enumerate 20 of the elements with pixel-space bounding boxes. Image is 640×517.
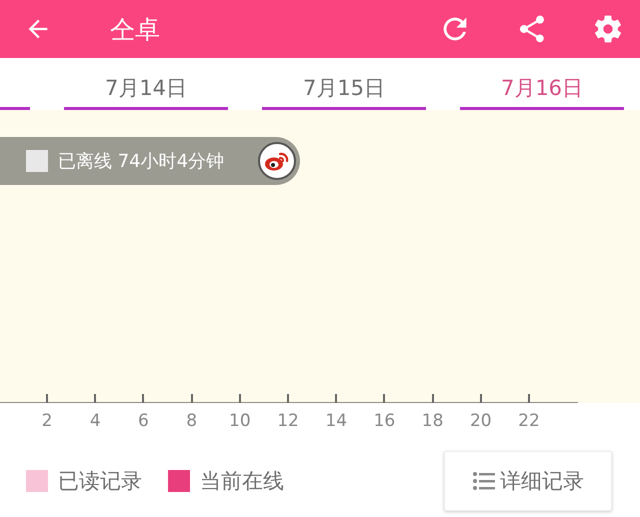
- offline-duration: 已离线 74小时4分钟: [58, 150, 224, 173]
- axis-label: 12: [276, 411, 300, 431]
- settings-icon[interactable]: [592, 13, 624, 45]
- axis-label: 2: [40, 411, 54, 431]
- axis-label: 10: [228, 411, 252, 431]
- axis-label: 4: [88, 411, 102, 431]
- axis-label: 20: [468, 411, 493, 431]
- axis-label: 8: [185, 411, 198, 431]
- list-icon: [472, 471, 496, 491]
- axis-label: 6: [137, 411, 150, 431]
- details-button[interactable]: 详细记录: [444, 451, 612, 511]
- checkbox[interactable]: [26, 150, 48, 172]
- axis-label: 16: [372, 411, 396, 431]
- weibo-icon: [258, 142, 296, 180]
- axis-label: 22: [517, 411, 541, 431]
- axis-label: 14: [324, 411, 348, 431]
- axis-label: 18: [420, 411, 444, 431]
- app-title: 仝卓: [110, 14, 160, 46]
- legend-label: 当前在线: [200, 468, 284, 495]
- legend-label: 已读记录: [58, 468, 142, 495]
